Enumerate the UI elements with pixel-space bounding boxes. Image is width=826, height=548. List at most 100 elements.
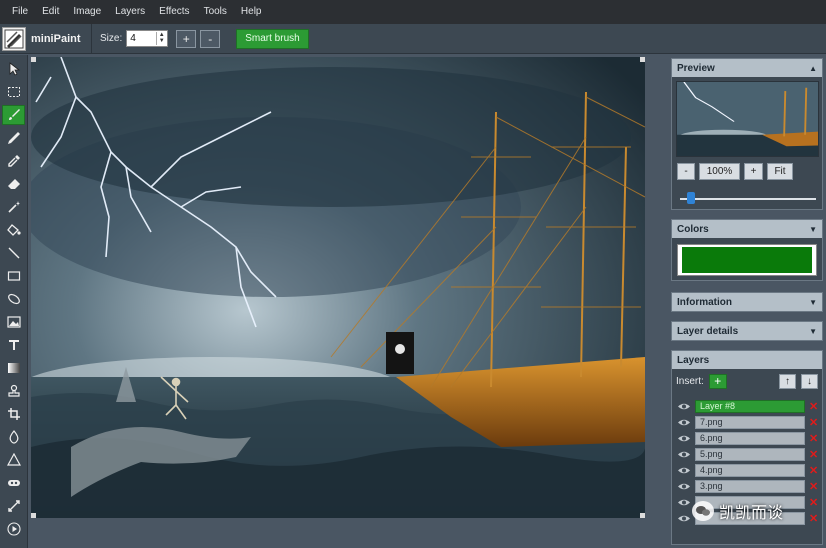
canvas-image: [31, 57, 645, 518]
zoom-level[interactable]: 100%: [699, 163, 740, 180]
smart-brush-button[interactable]: Smart brush: [236, 28, 309, 49]
visibility-eye-icon[interactable]: [676, 450, 692, 460]
pencil-icon: [7, 132, 20, 144]
zoom-slider-track[interactable]: [680, 198, 816, 200]
zoom-out-button[interactable]: -: [677, 163, 695, 180]
tool-pencil[interactable]: [2, 128, 25, 148]
layer-name[interactable]: 3.png: [695, 480, 805, 493]
visibility-eye-icon[interactable]: [676, 482, 692, 492]
resize-handle-top-left[interactable]: [31, 57, 36, 62]
move-layer-down-button[interactable]: ↓: [801, 373, 818, 389]
size-increase-button[interactable]: +: [176, 29, 197, 48]
zoom-slider-handle[interactable]: [686, 192, 695, 204]
visibility-eye-icon[interactable]: [676, 402, 692, 412]
fill-icon: [6, 224, 21, 236]
menu-edit[interactable]: Edit: [35, 0, 66, 24]
layer-name[interactable]: 4.png: [695, 464, 805, 477]
magic-wand-icon: [7, 201, 20, 213]
insert-layer-button[interactable]: +: [708, 373, 727, 389]
menu-effects[interactable]: Effects: [152, 0, 196, 24]
collapse-up-icon[interactable]: ▲: [809, 64, 817, 73]
replace-color-icon: [7, 500, 20, 512]
tool-brush[interactable]: [2, 105, 25, 125]
tool-bulge[interactable]: [2, 473, 25, 493]
layer-name[interactable]: 5.png: [695, 448, 805, 461]
layer-row[interactable]: 7.png ✕: [676, 415, 820, 430]
delete-layer-icon[interactable]: ✕: [809, 480, 818, 493]
preview-header[interactable]: Preview ▲: [672, 59, 822, 77]
tool-color-picker[interactable]: [2, 151, 25, 171]
tool-magic-wand[interactable]: [2, 197, 25, 217]
colors-panel: Colors ▼: [671, 219, 823, 281]
tool-rectangle-select[interactable]: [2, 82, 25, 102]
resize-handle-top-right[interactable]: [640, 57, 645, 62]
size-spinner-icon[interactable]: ▲ ▼: [156, 32, 166, 45]
tool-text[interactable]: [2, 335, 25, 355]
tool-animation[interactable]: [2, 519, 25, 539]
watermark: 凯凯而谈: [692, 499, 783, 523]
layer-name[interactable]: Layer #8: [695, 400, 805, 413]
visibility-eye-icon[interactable]: [676, 514, 692, 524]
zoom-fit-button[interactable]: Fit: [767, 163, 793, 180]
delete-layer-icon[interactable]: ✕: [809, 512, 818, 525]
attributes-toolbar: miniPaint Size: 4 ▲ ▼ + - Smart brush: [0, 23, 826, 54]
tool-image[interactable]: [2, 312, 25, 332]
visibility-eye-icon[interactable]: [676, 466, 692, 476]
layer-name[interactable]: 6.png: [695, 432, 805, 445]
tool-gradient[interactable]: [2, 358, 25, 378]
menu-help[interactable]: Help: [234, 0, 269, 24]
collapse-down-icon[interactable]: ▼: [809, 298, 817, 307]
menu-tools[interactable]: Tools: [197, 0, 234, 24]
gradient-icon: [7, 363, 20, 373]
tool-eraser[interactable]: [2, 174, 25, 194]
collapse-down-icon[interactable]: ▼: [809, 327, 817, 336]
color-picker-icon: [7, 155, 20, 167]
menu-image[interactable]: Image: [66, 0, 108, 24]
zoom-in-button[interactable]: +: [744, 163, 763, 180]
active-color-swatch[interactable]: [677, 244, 817, 276]
tool-line[interactable]: [2, 243, 25, 263]
delete-layer-icon[interactable]: ✕: [809, 496, 818, 509]
crop-icon: [7, 408, 20, 420]
tool-select[interactable]: [2, 59, 25, 79]
tool-rectangle[interactable]: [2, 266, 25, 286]
tool-fill[interactable]: [2, 220, 25, 240]
tool-crop[interactable]: [2, 404, 25, 424]
collapse-down-icon[interactable]: ▼: [809, 225, 817, 234]
tool-replace-color[interactable]: [2, 496, 25, 516]
resize-handle-bottom-right[interactable]: [640, 513, 645, 518]
visibility-eye-icon[interactable]: [676, 498, 692, 508]
visibility-eye-icon[interactable]: [676, 434, 692, 444]
delete-layer-icon[interactable]: ✕: [809, 400, 818, 413]
layer-row[interactable]: 4.png ✕: [676, 463, 820, 478]
menu-layers[interactable]: Layers: [108, 0, 152, 24]
delete-layer-icon[interactable]: ✕: [809, 464, 818, 477]
visibility-eye-icon[interactable]: [676, 418, 692, 428]
delete-layer-icon[interactable]: ✕: [809, 416, 818, 429]
tool-clone[interactable]: [2, 381, 25, 401]
tool-ellipse[interactable]: [2, 289, 25, 309]
size-decrease-button[interactable]: -: [200, 29, 221, 48]
preview-thumbnail[interactable]: [676, 81, 819, 157]
delete-layer-icon[interactable]: ✕: [809, 448, 818, 461]
move-layer-up-button[interactable]: ↑: [779, 373, 796, 389]
tool-blur[interactable]: [2, 427, 25, 447]
app-logo: miniPaint: [0, 24, 91, 54]
tool-sharpen[interactable]: [2, 450, 25, 470]
resize-handle-bottom-left[interactable]: [31, 513, 36, 518]
layer-details-panel: Layer details ▼: [671, 321, 823, 341]
delete-layer-icon[interactable]: ✕: [809, 432, 818, 445]
image-icon: [6, 316, 21, 328]
size-input[interactable]: 4 ▲ ▼: [126, 30, 169, 47]
layer-row[interactable]: 5.png ✕: [676, 447, 820, 462]
information-header[interactable]: Information ▼: [672, 293, 822, 311]
layer-row[interactable]: Layer #8 ✕: [676, 399, 820, 414]
layer-row[interactable]: 3.png ✕: [676, 479, 820, 494]
layer-row[interactable]: 6.png ✕: [676, 431, 820, 446]
colors-header[interactable]: Colors ▼: [672, 220, 822, 238]
layer-details-header[interactable]: Layer details ▼: [672, 322, 822, 340]
drawing-canvas[interactable]: [31, 57, 645, 518]
menu-file[interactable]: File: [5, 0, 35, 24]
active-color-fill: [682, 247, 812, 273]
layer-name[interactable]: 7.png: [695, 416, 805, 429]
